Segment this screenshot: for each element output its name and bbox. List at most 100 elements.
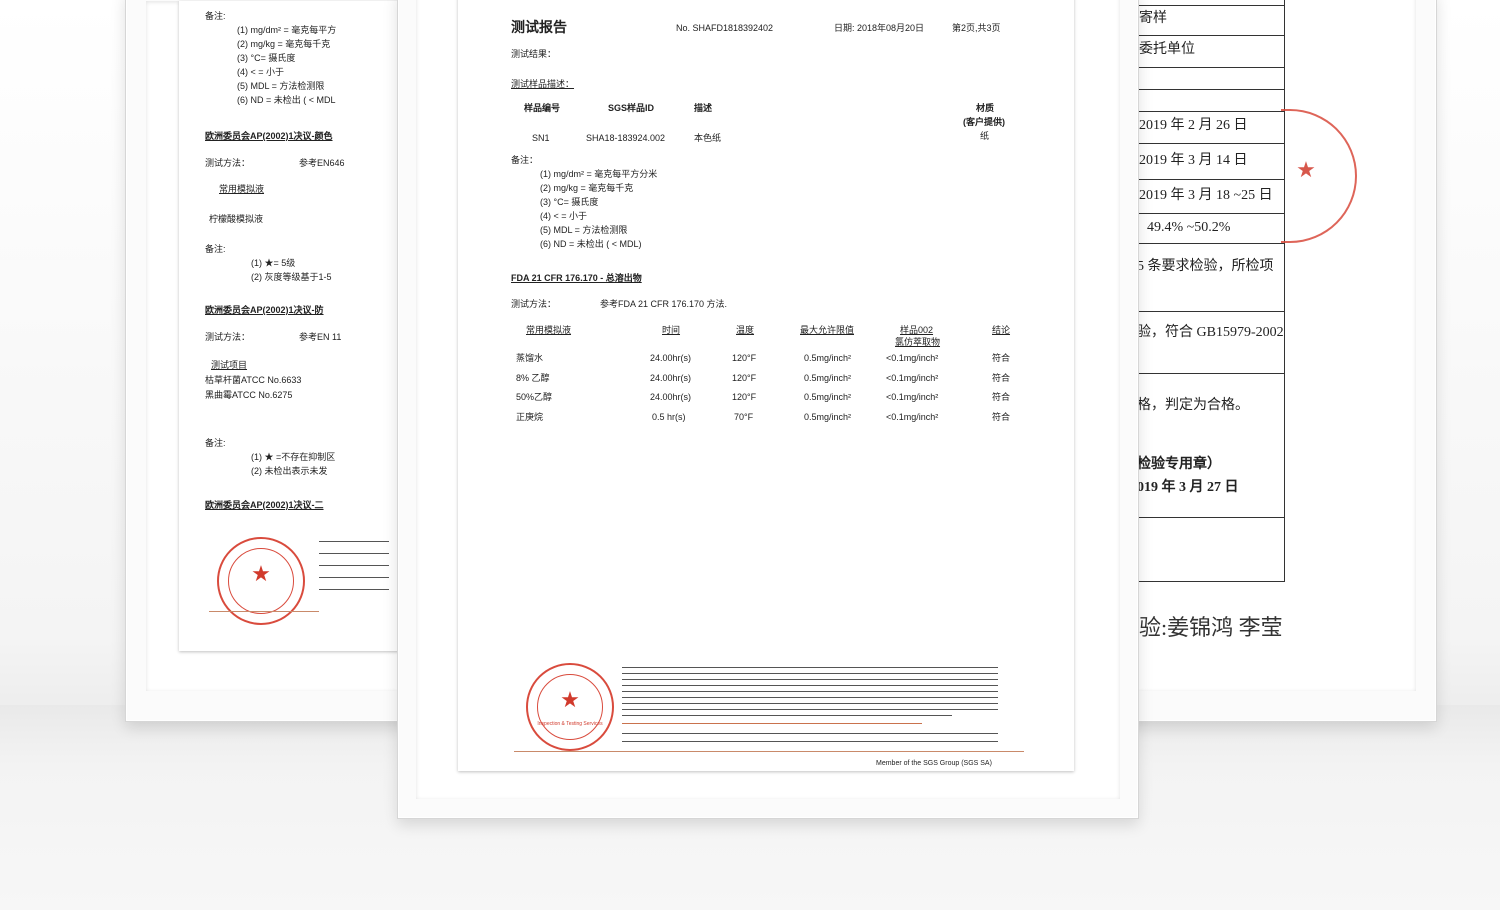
table-cell: 8% 乙醇 (516, 373, 550, 383)
right-frame: 寄样 委托单位 2019 年 2 月 26 日 2019 年 3 月 14 日 … (1120, 0, 1437, 722)
table-cell: SN1 (532, 133, 550, 143)
table-cell: 2019 年 3 月 18 ~25 日 (1139, 188, 1273, 203)
table-cell: 0.5mg/inch² (804, 373, 852, 383)
table-cell: 120°F (732, 392, 757, 402)
note-line: (2) 灰度等级基于1-5 (251, 272, 332, 282)
table-header: (客户提供) (963, 117, 1005, 127)
right-document: 寄样 委托单位 2019 年 2 月 26 日 2019 年 3 月 14 日 … (1131, 0, 1406, 681)
note-line: (1) mg/dm² = 毫克每平方分米 (540, 169, 658, 179)
table-header: 描述 (694, 103, 713, 113)
table-header: 最大允许限值 (800, 325, 855, 335)
note-line: (6) ND = 未检出 ( < MDL (237, 95, 336, 105)
section-title: 欧洲委员会AP(2002)1决议-二 (205, 500, 324, 510)
footer-member: Member of the SGS Group (SGS SA) (876, 760, 992, 767)
table-cell: 120°F (732, 373, 757, 383)
note-line: (1) ★= 5级 (251, 258, 296, 268)
note-line: (3) °C= 摄氏度 (540, 197, 599, 207)
note-line: (5) MDL = 方法检测限 (237, 81, 325, 91)
table-header: 温度 (736, 325, 755, 335)
table-cell: 符合 (992, 353, 1011, 363)
table-cell: 委托单位 (1139, 42, 1195, 57)
note-line: (2) mg/kg = 毫克每千克 (540, 183, 634, 193)
table-border (1284, 0, 1285, 581)
table-rule (1135, 243, 1285, 244)
table-cell: 019 年 3 月 27 日 (1137, 480, 1239, 495)
table-cell: SHA18-183924.002 (586, 133, 666, 143)
method-value: 参考FDA 21 CFR 176.170 方法. (600, 299, 728, 309)
table-cell: 0.5mg/inch² (804, 412, 852, 422)
table-cell: 2019 年 2 月 26 日 (1139, 118, 1248, 133)
note-line: (2) mg/kg = 毫克每千克 (237, 39, 331, 49)
table-cell: <0.1mg/inch² (886, 392, 939, 402)
center-document: 测试报告 No. SHAFD1818392402 日期: 2018年08月20日… (458, 0, 1074, 771)
note-line: (5) MDL = 方法检测限 (540, 225, 628, 235)
table-cell: 符合 (992, 392, 1011, 402)
table-cell: 蒸馏水 (516, 353, 544, 363)
table-cell: <0.1mg/inch² (886, 412, 939, 422)
table-rule (1135, 35, 1285, 36)
table-cell: 检验专用章） (1137, 457, 1221, 472)
note-line: (3) °C= 摄氏度 (237, 53, 296, 63)
report-date: 日期: 2018年08月20日 (834, 23, 925, 33)
table-cell: 24.00hr(s) (650, 353, 692, 363)
section-title: 欧洲委员会AP(2002)1决议-防 (205, 305, 324, 315)
table-cell: 验，符合 GB15979-2002 (1137, 325, 1284, 340)
table-cell: 24.00hr(s) (650, 392, 692, 402)
table-rule (1135, 517, 1285, 518)
result-label: 测试结果： (511, 49, 557, 59)
table-rule (1135, 373, 1285, 374)
method-value: 参考EN646 (299, 158, 345, 168)
fine-print-line (319, 565, 389, 566)
table-cell: 本色纸 (694, 133, 722, 143)
subsection-item: 黑曲霉ATCC No.6275 (205, 390, 293, 400)
subsection-item: 柠檬酸模拟液 (209, 214, 264, 224)
note-line: (2) 未检出表示未发 (251, 466, 328, 476)
table-header: 常用模拟液 (526, 325, 572, 335)
center-frame: 测试报告 No. SHAFD1818392402 日期: 2018年08月20日… (397, 0, 1139, 819)
method-label: 测试方法： (205, 332, 251, 342)
subsection-item: 枯草杆菌ATCC No.6633 (205, 375, 302, 385)
method-label: 测试方法： (205, 158, 251, 168)
table-cell: 符合 (992, 412, 1011, 422)
seal-caption: Inspection & Testing Services (537, 721, 603, 727)
table-header: 材质 (976, 103, 995, 113)
fine-print-line (319, 589, 389, 590)
official-seal: ★ Inspection & Testing Services (526, 663, 614, 751)
method-value: 参考EN 11 (299, 332, 342, 342)
fine-print-line (319, 577, 389, 578)
notes-label: 备注: (205, 438, 226, 448)
table-rule (1135, 5, 1285, 6)
left-document: 备注: (1) mg/dm² = 毫克每平方 (2) mg/kg = 毫克每千克… (179, 1, 419, 651)
table-rule (1135, 67, 1285, 68)
footer-rule (209, 611, 319, 612)
table-cell: <0.1mg/inch² (886, 373, 939, 383)
table-rule (1135, 311, 1285, 312)
fine-print-line (319, 541, 389, 542)
table-header: 结论 (992, 325, 1011, 335)
table-cell: 24.00hr(s) (650, 373, 692, 383)
table-rule (1135, 111, 1285, 112)
table-header: 氯仿萃取物 (895, 337, 941, 347)
fine-print-line (319, 553, 389, 554)
table-cell: 正庚烷 (516, 412, 544, 422)
table-cell: 49.4% ~50.2% (1147, 220, 1231, 235)
notes-label: 备注: (205, 11, 226, 21)
table-cell: <0.1mg/inch² (886, 353, 939, 363)
right-mat: 寄样 委托单位 2019 年 2 月 26 日 2019 年 3 月 14 日 … (1121, 0, 1416, 691)
table-cell: 寄样 (1139, 11, 1167, 26)
subsection-title: 测试项目 (211, 360, 248, 370)
notes-label: 备注： (511, 155, 539, 165)
table-header: SGS样品ID (608, 103, 655, 113)
table-cell: 50%乙醇 (516, 392, 553, 402)
report-title: 测试报告 (511, 19, 567, 35)
table-header: 样品编号 (524, 103, 561, 113)
table-cell: 格，判定为合格。 (1137, 398, 1249, 413)
table-header: 样品002 (900, 325, 934, 335)
table-cell: 120°F (732, 353, 757, 363)
table-rule (1135, 89, 1285, 90)
report-number: No. SHAFD1818392402 (676, 23, 774, 33)
method-label: 测试方法： (511, 299, 557, 309)
table-header: 时间 (662, 325, 681, 335)
note-line: (6) ND = 未检出 ( < MDL) (540, 239, 642, 249)
signature: 验:姜锦鸿 李莹 (1139, 615, 1283, 640)
